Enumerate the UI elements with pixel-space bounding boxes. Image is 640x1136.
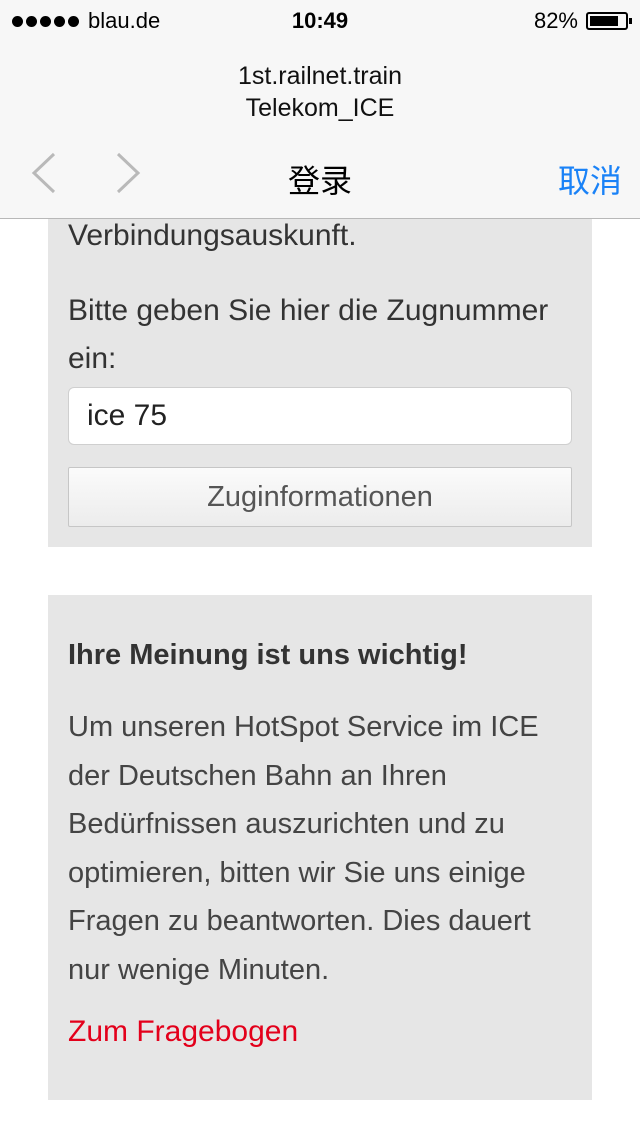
page-title: 登录 xyxy=(287,163,352,199)
feedback-panel: Ihre Meinung ist uns wichtig! Um unseren… xyxy=(48,595,592,1100)
questionnaire-link[interactable]: Zum Fragebogen xyxy=(68,1015,298,1049)
web-content[interactable]: Verbindungsauskunft. Bitte geben Sie hie… xyxy=(0,219,640,1136)
train-info-panel: Verbindungsauskunft. Bitte geben Sie hie… xyxy=(48,219,592,547)
battery-nub xyxy=(629,18,632,24)
status-bar: blau.de 10:49 82% xyxy=(0,0,640,40)
feedback-text: Um unseren HotSpot Service im ICE der De… xyxy=(68,711,539,986)
train-number-input[interactable]: ice 75 xyxy=(68,387,572,445)
address-bar[interactable]: 1st.railnet.train Telekom_ICE xyxy=(0,40,640,130)
navigation-bar: 登录 取消 xyxy=(0,130,640,219)
train-info-button[interactable]: Zuginformationen xyxy=(68,467,572,527)
battery-percent: 82% xyxy=(533,8,578,33)
network-name: Telekom_ICE xyxy=(245,94,395,122)
battery-icon xyxy=(586,12,632,30)
battery-indicator: 82% xyxy=(533,8,632,34)
battery-fill xyxy=(590,16,618,26)
feedback-heading: Ihre Meinung ist uns wichtig! xyxy=(68,639,468,671)
paragraph-continuation: Verbindungsauskunft. xyxy=(68,219,357,252)
page-host: 1st.railnet.train xyxy=(238,62,402,90)
train-number-prompt: Bitte geben Sie hier die Zugnummer ein: xyxy=(68,294,549,375)
cancel-button[interactable]: 取消 xyxy=(558,156,622,202)
